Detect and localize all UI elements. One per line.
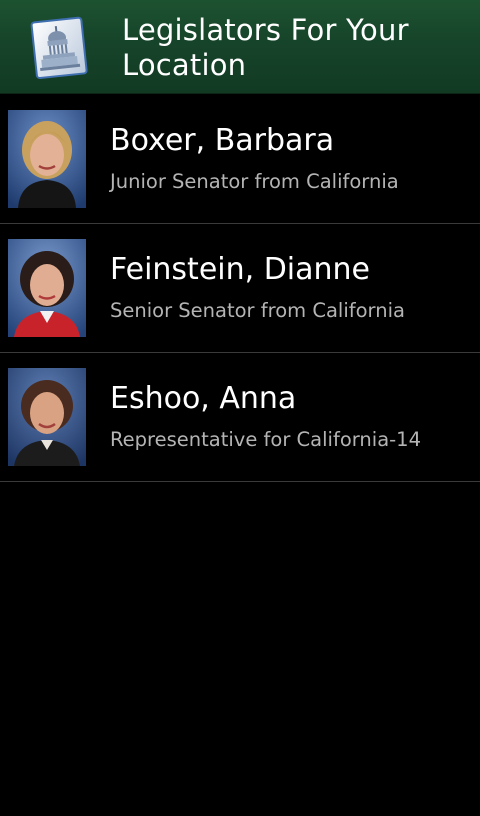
list-item[interactable]: Eshoo, Anna Representative for Californi… — [0, 353, 480, 482]
portrait-photo — [8, 239, 86, 337]
legislator-name: Eshoo, Anna — [110, 381, 297, 416]
legislator-role: Representative for California-14 — [110, 428, 422, 451]
list-item[interactable]: Feinstein, Dianne Senior Senator from Ca… — [0, 224, 480, 353]
legislator-role: Senior Senator from California — [110, 299, 405, 322]
portrait-photo — [8, 368, 86, 466]
app-screen: Legislators For Your Location Boxer, Bar… — [0, 0, 480, 816]
title-bar: Legislators For Your Location — [0, 0, 480, 94]
legislator-name: Boxer, Barbara — [110, 123, 335, 158]
list-item[interactable]: Boxer, Barbara Junior Senator from Calif… — [0, 95, 480, 224]
page-title: Legislators For Your Location — [122, 13, 409, 82]
portrait-photo — [8, 110, 86, 208]
capitol-icon — [28, 14, 88, 80]
legislator-list: Boxer, Barbara Junior Senator from Calif… — [0, 95, 480, 482]
legislator-role: Junior Senator from California — [110, 170, 399, 193]
legislator-name: Feinstein, Dianne — [110, 252, 370, 287]
